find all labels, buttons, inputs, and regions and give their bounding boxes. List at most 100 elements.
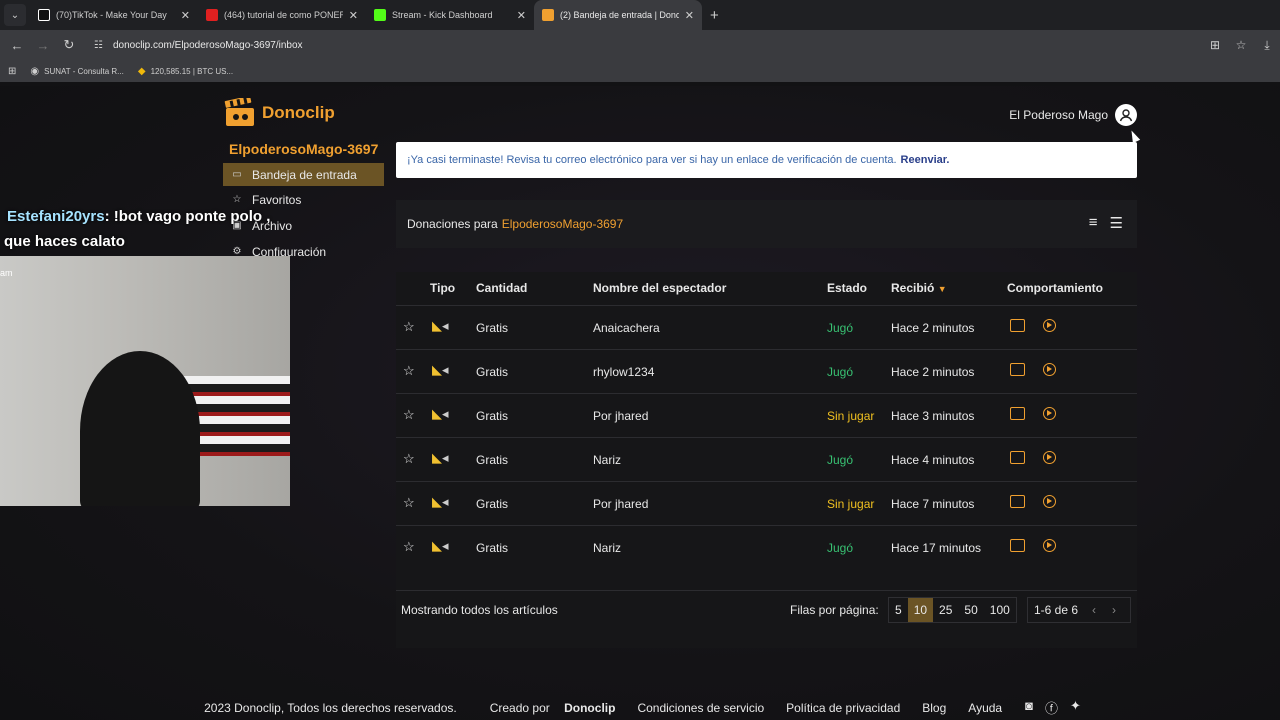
table-row[interactable]: ☆ ◣◂ Gratis rhylow1234 Jugó Hace 2 minut…: [396, 350, 1137, 394]
privacy-link[interactable]: Política de privacidad: [786, 701, 900, 715]
clip-sound-icon: ◣◂: [432, 318, 449, 333]
play-icon[interactable]: [1043, 495, 1056, 508]
apps-grid-icon[interactable]: ⊞: [8, 66, 16, 77]
facebook-icon[interactable]: ⓕ: [1045, 698, 1058, 717]
discord-icon[interactable]: ◙: [1025, 698, 1033, 717]
replay-clip-icon[interactable]: [1010, 407, 1025, 420]
created-by[interactable]: Creado por Donoclip: [479, 701, 616, 715]
blog-link[interactable]: Blog: [922, 701, 946, 715]
close-icon[interactable]: ✕: [685, 9, 694, 22]
bookmark-sunat[interactable]: ◉ SUNAT - Consulta R...: [30, 66, 123, 77]
bookmark-label: 120,585.15 | BTC US...: [150, 66, 234, 76]
chat-message: : !bot vago ponte polo ,: [104, 208, 271, 225]
alert-text: ¡Ya casi terminaste! Revisa tu correo el…: [407, 154, 897, 166]
created-brand: Donoclip: [564, 700, 616, 715]
bookmarks-bar: ⊞ ◉ SUNAT - Consulta R... ◆ 120,585.15 |…: [0, 60, 1280, 82]
table-row[interactable]: ☆ ◣◂ Gratis Por jhared Sin jugar Hace 7 …: [396, 482, 1137, 526]
tab-youtube[interactable]: (464) tutorial de como PONER ✕: [198, 0, 366, 30]
cell-recibio: Hace 17 minutos: [891, 541, 982, 555]
rows-option[interactable]: 100: [984, 598, 1016, 622]
pagination-bar: Mostrando todos los artículos Filas por …: [396, 590, 1137, 628]
table-row[interactable]: ☆ ◣◂ Gratis Anaicachera Jugó Hace 2 minu…: [396, 306, 1137, 350]
play-icon[interactable]: [1043, 319, 1056, 332]
forward-icon[interactable]: →: [30, 38, 56, 53]
reload-icon[interactable]: ↻: [56, 37, 82, 53]
sort-down-icon: ▼: [937, 284, 947, 294]
star-icon[interactable]: ☆: [403, 539, 415, 555]
sidebar-title: ElpoderosoMago-3697: [229, 141, 379, 157]
tab-donoclip[interactable]: (2) Bandeja de entrada | Donoc ✕: [534, 0, 702, 30]
star-icon[interactable]: ☆: [403, 319, 415, 335]
rows-option-selected[interactable]: 10: [907, 598, 934, 622]
play-icon[interactable]: [1043, 363, 1056, 376]
bookmark-btc[interactable]: ◆ 120,585.15 | BTC US...: [138, 66, 233, 77]
table-row[interactable]: ☆ ◣◂ Gratis Nariz Jugó Hace 4 minutos: [396, 438, 1137, 482]
verification-alert: ¡Ya casi terminaste! Revisa tu correo el…: [396, 142, 1137, 178]
star-icon[interactable]: ☆: [403, 407, 415, 423]
cell-cantidad: Gratis: [476, 365, 509, 379]
donations-label: Donaciones para: [407, 217, 498, 231]
url-field[interactable]: donoclip.com/ElpoderosoMago-3697/inbox: [113, 40, 303, 51]
tab-title: Stream - Kick Dashboard: [392, 10, 493, 20]
brand-logo[interactable]: Donoclip: [224, 98, 335, 128]
bookmark-star-icon[interactable]: ☆: [1228, 38, 1254, 52]
replay-clip-icon[interactable]: [1010, 539, 1025, 552]
cell-nombre: rhylow1234: [593, 365, 655, 379]
rows-option[interactable]: 25: [933, 598, 958, 622]
site-info-icon[interactable]: ☷: [94, 40, 103, 51]
sidebar-item-inbox[interactable]: ▭ Bandeja de entrada: [223, 163, 384, 186]
column-estado: Estado: [827, 281, 868, 295]
inbox-icon: ▭: [232, 169, 242, 180]
tab-tiktok[interactable]: (70)TikTok - Make Your Day ✕: [30, 0, 198, 30]
address-bar: ← → ↻ ☷ donoclip.com/ElpoderosoMago-3697…: [0, 30, 1280, 60]
cell-cantidad: Gratis: [476, 321, 509, 335]
new-tab-icon[interactable]: +: [710, 7, 719, 24]
user-name: El Poderoso Mago: [1009, 108, 1108, 122]
play-icon[interactable]: [1043, 451, 1056, 464]
close-icon[interactable]: ✕: [517, 9, 526, 22]
chevron-left-icon[interactable]: ‹: [1092, 603, 1096, 617]
terms-link[interactable]: Condiciones de servicio: [637, 701, 764, 715]
tab-search-button[interactable]: ⌄: [4, 4, 26, 26]
sliders-icon[interactable]: ☰: [1110, 214, 1123, 232]
translate-icon[interactable]: ⊞: [1202, 38, 1228, 52]
cell-cantidad: Gratis: [476, 541, 509, 555]
close-icon[interactable]: ✕: [349, 9, 358, 22]
filter-icon[interactable]: ≡: [1089, 214, 1098, 232]
resend-link[interactable]: Reenviar.: [901, 154, 950, 166]
webcam-overlay: am: [0, 256, 290, 506]
close-icon[interactable]: ✕: [181, 9, 190, 22]
site-footer: 2023 Donoclip, Todos los derechos reserv…: [0, 698, 1280, 717]
table-row[interactable]: ☆ ◣◂ Gratis Por jhared Sin jugar Hace 3 …: [396, 394, 1137, 438]
cell-estado: Jugó: [827, 453, 854, 467]
download-icon[interactable]: ⤓: [1254, 38, 1280, 53]
streamer: [80, 351, 200, 506]
replay-clip-icon[interactable]: [1010, 495, 1025, 508]
page-range: 1-6 de 6: [1034, 603, 1079, 617]
table-row[interactable]: ☆ ◣◂ Gratis Nariz Jugó Hace 17 minutos: [396, 526, 1137, 570]
play-icon[interactable]: [1043, 407, 1056, 420]
stream-chat-overlay: Estefani20yrs: !bot vago ponte polo , qu…: [4, 204, 270, 254]
help-link[interactable]: Ayuda: [968, 701, 1002, 715]
twitter-icon[interactable]: ✦: [1070, 698, 1081, 717]
star-icon[interactable]: ☆: [403, 495, 415, 511]
user-menu[interactable]: El Poderoso Mago: [1009, 104, 1137, 126]
star-icon[interactable]: ☆: [403, 451, 415, 467]
created-prefix: Creado por: [489, 700, 550, 715]
donoclip-icon: [542, 9, 554, 21]
rows-option[interactable]: 5: [889, 598, 908, 622]
chevron-right-icon[interactable]: ›: [1112, 603, 1116, 617]
clapperboard-icon: [224, 98, 254, 126]
replay-clip-icon[interactable]: [1010, 363, 1025, 376]
replay-clip-icon[interactable]: [1010, 451, 1025, 464]
replay-clip-icon[interactable]: [1010, 319, 1025, 332]
rows-option[interactable]: 50: [958, 598, 983, 622]
cell-recibio: Hace 4 minutos: [891, 453, 975, 467]
star-icon[interactable]: ☆: [403, 363, 415, 379]
tab-title: (464) tutorial de como PONER: [224, 10, 343, 20]
play-icon[interactable]: [1043, 539, 1056, 552]
chat-nick: Estefani20yrs: [7, 208, 105, 225]
back-icon[interactable]: ←: [4, 38, 30, 53]
tab-kick[interactable]: Stream - Kick Dashboard ✕: [366, 0, 534, 30]
column-recibio[interactable]: Recibió ▼: [891, 281, 947, 295]
